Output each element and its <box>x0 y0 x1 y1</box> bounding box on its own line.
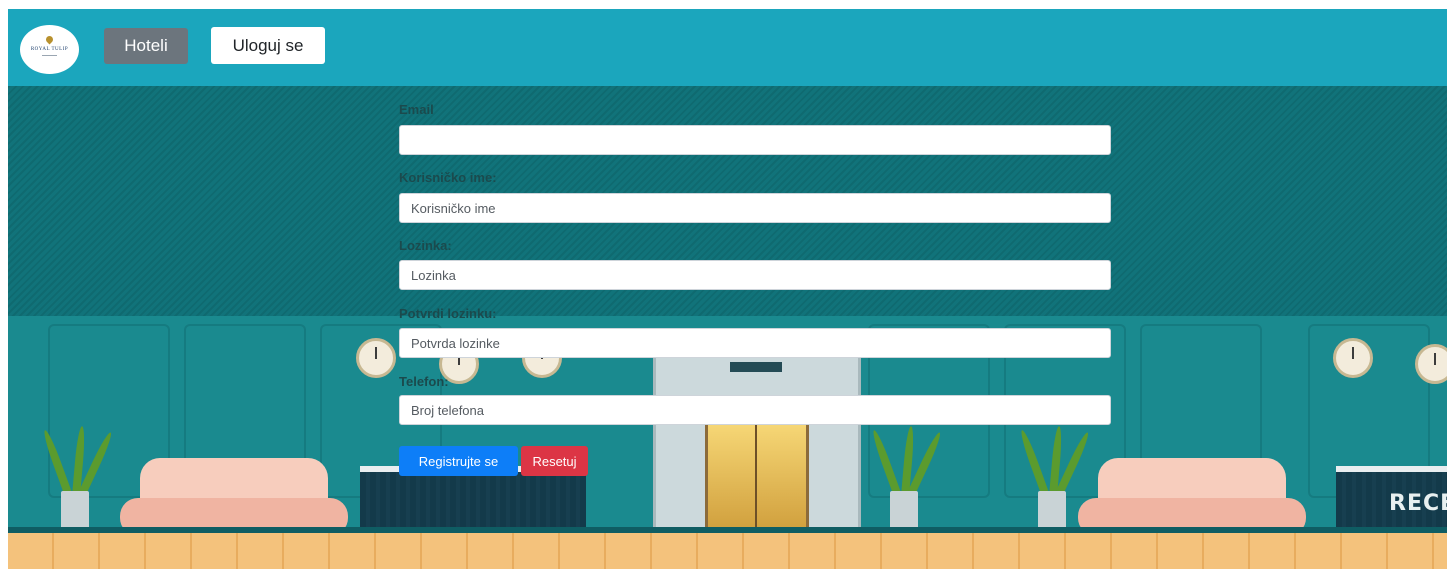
reception-sign: RECEF <box>1389 491 1447 516</box>
reset-button[interactable]: Resetuj <box>521 446 588 476</box>
logo-divider <box>42 55 57 56</box>
registration-form: Email Korisničko ime: Lozinka: Potvrdi l… <box>399 9 1111 569</box>
confirm-password-label: Potvrdi lozinku: <box>399 306 497 321</box>
clock-icon <box>1333 338 1373 378</box>
email-field[interactable] <box>399 125 1111 155</box>
phone-field[interactable] <box>399 395 1111 425</box>
logo-text: ROYAL TULIP <box>30 47 69 52</box>
password-field[interactable] <box>399 260 1111 290</box>
password-label: Lozinka: <box>399 238 452 253</box>
login-button[interactable]: Uloguj se <box>211 27 325 64</box>
clock-icon <box>356 338 396 378</box>
royal-tulip-logo[interactable]: ROYAL TULIP <box>20 25 79 74</box>
phone-label: Telefon: <box>399 374 449 389</box>
register-button[interactable]: Registrujte se <box>399 446 518 476</box>
username-field[interactable] <box>399 193 1111 223</box>
username-label: Korisničko ime: <box>399 170 497 185</box>
email-label: Email <box>399 102 434 117</box>
clock-icon <box>1415 344 1447 384</box>
tulip-icon <box>44 34 55 45</box>
page: ROYAL TULIP Hoteli Uloguj se REC Email K… <box>8 9 1447 569</box>
hotels-button[interactable]: Hoteli <box>104 28 188 64</box>
confirm-password-field[interactable] <box>399 328 1111 358</box>
plant-icon <box>41 386 115 546</box>
